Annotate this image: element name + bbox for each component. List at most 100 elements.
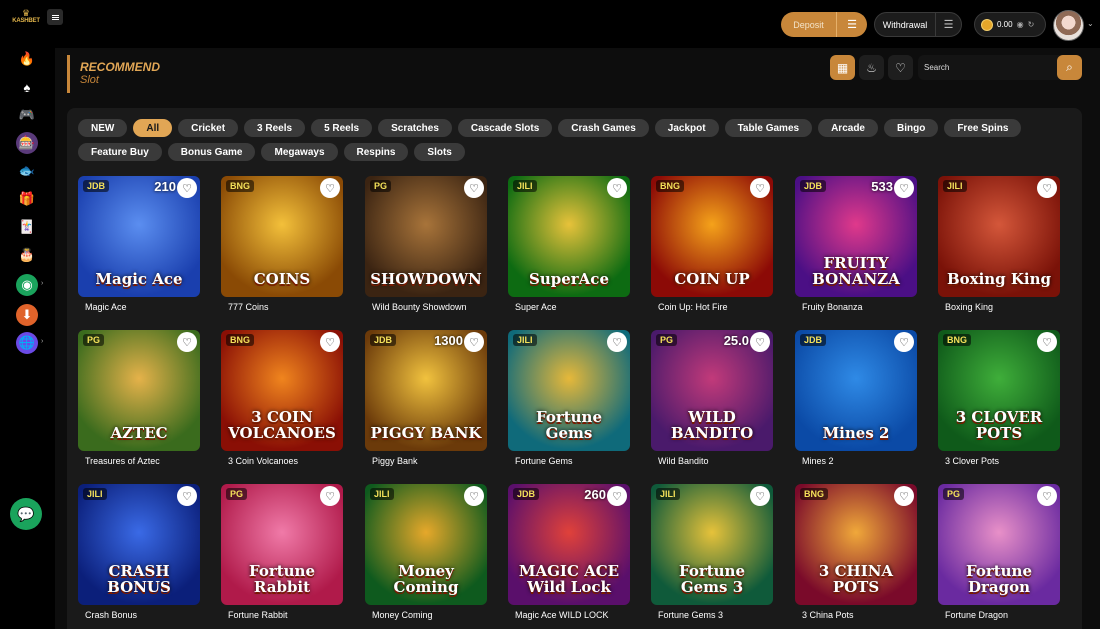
game-card[interactable]: CRASH BONUS JILI ♡ Crash Bonus	[78, 484, 200, 624]
category-chip[interactable]: Feature Buy	[78, 143, 162, 161]
game-thumbnail[interactable]: SHOWDOWN PG ♡	[365, 176, 487, 297]
game-thumbnail[interactable]: 3 CLOVER POTS BNG ♡	[938, 330, 1060, 451]
eye-icon[interactable]: ◉	[1017, 20, 1024, 29]
favorite-heart-icon[interactable]: ♡	[750, 332, 770, 352]
sidebar-item-download[interactable]: ⬇	[16, 304, 38, 326]
game-card[interactable]: PIGGY BANK JDB 1300 ♡ Piggy Bank	[365, 330, 487, 470]
favorite-heart-icon[interactable]: ♡	[177, 178, 197, 198]
category-chip[interactable]: Cascade Slots	[457, 119, 553, 137]
game-thumbnail[interactable]: Fortune Gems JILI ♡	[508, 330, 630, 451]
favorite-heart-icon[interactable]: ♡	[607, 486, 627, 506]
menu-lines-icon[interactable]: ☰	[836, 12, 867, 37]
game-card[interactable]: Fortune Rabbit PG ♡ Fortune Rabbit	[221, 484, 343, 624]
favorite-heart-icon[interactable]: ♡	[750, 486, 770, 506]
sidebar-item-card[interactable]: 🃏	[16, 216, 38, 238]
game-card[interactable]: FRUITY BONANZA JDB 533 ♡ Fruity Bonanza	[795, 176, 917, 316]
game-thumbnail[interactable]: FRUITY BONANZA JDB 533 ♡	[795, 176, 917, 297]
favorite-heart-icon[interactable]: ♡	[177, 332, 197, 352]
sidebar-item-fish[interactable]: 🐟	[16, 160, 38, 182]
favorite-heart-icon[interactable]: ♡	[320, 178, 340, 198]
live-chat-button[interactable]: 💬	[10, 498, 42, 530]
category-chip[interactable]: Megaways	[261, 143, 338, 161]
category-chip[interactable]: Slots	[414, 143, 465, 161]
chevron-down-icon[interactable]: ⌄	[1087, 19, 1094, 28]
sidebar-item-cake[interactable]: 🎂	[16, 244, 38, 266]
game-thumbnail[interactable]: SuperAce JILI ♡	[508, 176, 630, 297]
game-thumbnail[interactable]: PIGGY BANK JDB 1300 ♡	[365, 330, 487, 451]
game-card[interactable]: Money Coming JILI ♡ Money Coming	[365, 484, 487, 624]
favorite-heart-icon[interactable]: ♡	[1037, 178, 1057, 198]
game-thumbnail[interactable]: Mines 2 JDB ♡	[795, 330, 917, 451]
game-thumbnail[interactable]: AZTEC PG ♡	[78, 330, 200, 451]
game-thumbnail[interactable]: WILD BANDITO PG 25.0 ♡	[651, 330, 773, 451]
game-card[interactable]: Magic Ace JDB 210 ♡ Magic Ace	[78, 176, 200, 316]
hot-filter-button[interactable]: ♨	[859, 55, 884, 80]
menu-lines-icon[interactable]: ☰	[935, 13, 961, 36]
game-thumbnail[interactable]: COINS BNG ♡	[221, 176, 343, 297]
game-thumbnail[interactable]: Fortune Rabbit PG ♡	[221, 484, 343, 605]
category-chip[interactable]: Cricket	[178, 119, 239, 137]
game-thumbnail[interactable]: COIN UP BNG ♡	[651, 176, 773, 297]
category-chip[interactable]: Free Spins	[944, 119, 1022, 137]
withdrawal-button[interactable]: Withdrawal ☰	[874, 12, 962, 37]
game-card[interactable]: SHOWDOWN PG ♡ Wild Bounty Showdown	[365, 176, 487, 316]
favorite-heart-icon[interactable]: ♡	[1037, 486, 1057, 506]
favorite-heart-icon[interactable]: ♡	[1037, 332, 1057, 352]
game-card[interactable]: 3 CHINA POTS BNG ♡ 3 China Pots	[795, 484, 917, 624]
chevron-right-icon[interactable]: ›	[41, 280, 43, 287]
game-card[interactable]: COIN UP BNG ♡ Coin Up: Hot Fire	[651, 176, 773, 316]
game-card[interactable]: 3 CLOVER POTS BNG ♡ 3 Clover Pots	[938, 330, 1060, 470]
favorite-heart-icon[interactable]: ♡	[607, 332, 627, 352]
game-thumbnail[interactable]: 3 COIN VOLCANOES BNG ♡	[221, 330, 343, 451]
category-chip[interactable]: Jackpot	[654, 119, 719, 137]
game-card[interactable]: Boxing King JILI ♡ Boxing King	[938, 176, 1060, 316]
game-thumbnail[interactable]: Money Coming JILI ♡	[365, 484, 487, 605]
sidebar-item-slot[interactable]: 🎰	[16, 132, 38, 154]
game-card[interactable]: MAGIC ACE Wild Lock JDB 260 ♡ Magic Ace WILD…	[508, 484, 630, 624]
favorite-heart-icon[interactable]: ♡	[607, 178, 627, 198]
game-card[interactable]: WILD BANDITO PG 25.0 ♡ Wild Bandito	[651, 330, 773, 470]
category-chip[interactable]: All	[133, 119, 173, 137]
category-chip[interactable]: NEW	[78, 119, 128, 137]
favorite-heart-icon[interactable]: ♡	[320, 486, 340, 506]
category-chip[interactable]: Arcade	[818, 119, 878, 137]
sidebar-item-gamepad[interactable]: 🎮	[16, 104, 38, 126]
sidebar-item-agent[interactable]: ◉	[16, 274, 38, 296]
sidebar-item-casino[interactable]: ♠	[16, 76, 38, 98]
game-card[interactable]: COINS BNG ♡ 777 Coins	[221, 176, 343, 316]
game-card[interactable]: SuperAce JILI ♡ Super Ace	[508, 176, 630, 316]
favorite-heart-icon[interactable]: ♡	[320, 332, 340, 352]
favorite-heart-icon[interactable]: ♡	[464, 178, 484, 198]
category-chip[interactable]: 3 Reels	[244, 119, 306, 137]
game-thumbnail[interactable]: Fortune Dragon PG ♡	[938, 484, 1060, 605]
favorite-heart-icon[interactable]: ♡	[464, 332, 484, 352]
game-card[interactable]: Fortune Dragon PG ♡ Fortune Dragon	[938, 484, 1060, 624]
favorite-heart-icon[interactable]: ♡	[894, 178, 914, 198]
favorite-heart-icon[interactable]: ♡	[464, 486, 484, 506]
category-chip[interactable]: Table Games	[724, 119, 813, 137]
favorite-heart-icon[interactable]: ♡	[177, 486, 197, 506]
game-card[interactable]: Fortune Gems JILI ♡ Fortune Gems	[508, 330, 630, 470]
game-thumbnail[interactable]: CRASH BONUS JILI ♡	[78, 484, 200, 605]
game-thumbnail[interactable]: Magic Ace JDB 210 ♡	[78, 176, 200, 297]
sidebar-item-language[interactable]: 🌐	[16, 332, 38, 354]
grid-view-button[interactable]: ▦	[830, 55, 855, 80]
game-card[interactable]: Fortune Gems 3 JILI ♡ Fortune Gems 3	[651, 484, 773, 624]
favorite-heart-icon[interactable]: ♡	[894, 486, 914, 506]
game-card[interactable]: 3 COIN VOLCANOES BNG ♡ 3 Coin Volcanoes	[221, 330, 343, 470]
category-chip[interactable]: Scratches	[378, 119, 452, 137]
sidebar-item-hot[interactable]: 🔥	[16, 48, 38, 70]
deposit-button[interactable]: Deposit ☰	[781, 12, 867, 37]
game-thumbnail[interactable]: Boxing King JILI ♡	[938, 176, 1060, 297]
category-chip[interactable]: Respins	[343, 143, 409, 161]
chevron-right-icon[interactable]: ›	[41, 338, 43, 345]
category-chip[interactable]: Bingo	[883, 119, 939, 137]
favorite-heart-icon[interactable]: ♡	[894, 332, 914, 352]
sidebar-item-lottery[interactable]: 🎁	[16, 188, 38, 210]
category-chip[interactable]: 5 Reels	[311, 119, 373, 137]
game-card[interactable]: AZTEC PG ♡ Treasures of Aztec	[78, 330, 200, 470]
refresh-icon[interactable]: ↻	[1028, 20, 1035, 29]
category-chip[interactable]: Bonus Game	[167, 143, 256, 161]
search-input[interactable]	[924, 60, 1049, 75]
game-thumbnail[interactable]: Fortune Gems 3 JILI ♡	[651, 484, 773, 605]
